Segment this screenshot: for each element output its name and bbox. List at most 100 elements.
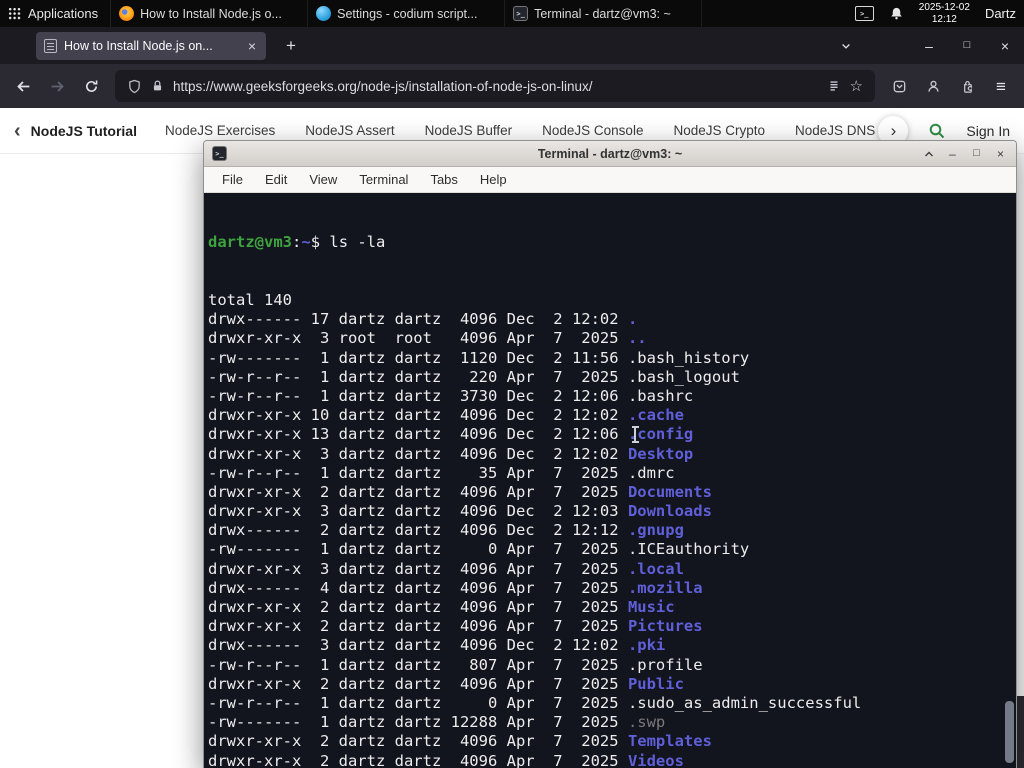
prompt-colon: : — [292, 233, 302, 252]
tab-close-icon[interactable]: × — [246, 38, 258, 54]
taskbar-item-label: How to Install Node.js o... — [140, 6, 282, 21]
window-minimize-button[interactable]: – — [916, 39, 942, 53]
terminal-tray-icon[interactable]: >_ — [854, 6, 874, 21]
url-bar[interactable]: https://www.geeksforgeeks.org/node-js/in… — [115, 70, 875, 102]
back-button[interactable] — [7, 70, 39, 102]
extensions-icon[interactable] — [951, 70, 983, 102]
prompt-cwd: ~ — [301, 233, 311, 252]
terminal-output-line: -rw-r--r-- 1 dartz dartz 3730 Dec 2 12:0… — [208, 386, 694, 405]
terminal-output-line: drwxr-xr-x 3 dartz dartz 4096 Dec 2 12:0… — [208, 444, 694, 463]
terminal-menu-view[interactable]: View — [299, 169, 347, 190]
terminal-output-line: drwx------ 3 dartz dartz 4096 Dec 2 12:0… — [208, 636, 666, 655]
top-panel: Applications How to Install Node.js o...… — [0, 0, 1024, 27]
terminal-output-line: drwxr-xr-x 2 dartz dartz 4096 Apr 7 2025… — [208, 617, 703, 636]
reader-mode-icon[interactable] — [827, 79, 841, 93]
account-icon[interactable] — [917, 70, 949, 102]
url-text: https://www.geeksforgeeks.org/node-js/in… — [173, 78, 593, 94]
terminal-output-line: total 140 — [208, 291, 292, 309]
terminal-output-line: -rw-r--r-- 1 dartz dartz 807 Apr 7 2025 … — [208, 655, 703, 674]
nav-scroll-left-icon[interactable]: ‹ — [14, 121, 21, 141]
terminal-output-line: drwxr-xr-x 2 dartz dartz 4096 Apr 7 2025… — [208, 598, 675, 616]
taskbar-item-terminal[interactable]: >_ Terminal - dartz@vm3: ~ — [505, 0, 703, 27]
terminal-output: total 140 drwx------ 17 dartz dartz 4096 … — [208, 291, 1016, 768]
gfg-nav-link[interactable]: NodeJS Assert — [305, 123, 394, 138]
terminal-output-line: drwx------ 17 dartz dartz 4096 Dec 2 12:… — [208, 310, 638, 329]
user-menu[interactable]: Dartz — [985, 6, 1016, 21]
sign-in-button[interactable]: Sign In — [966, 123, 1010, 139]
tab-title: How to Install Node.js on... — [64, 39, 213, 53]
gfg-active-tab[interactable]: NodeJS Tutorial — [31, 123, 137, 139]
terminal-output-line: drwxr-xr-x 3 dartz dartz 4096 Dec 2 12:0… — [208, 502, 712, 521]
terminal-output-line: drwxr-xr-x 2 dartz dartz 4096 Apr 7 2025… — [208, 751, 684, 768]
terminal-maximize-button[interactable]: □ — [969, 148, 984, 159]
browser-tab[interactable]: How to Install Node.js on... × — [36, 32, 266, 60]
list-all-tabs-icon[interactable] — [834, 34, 858, 58]
terminal-content[interactable]: dartz@vm3:~$ ls -la total 140 drwx------ … — [204, 193, 1016, 768]
terminal-menu-file[interactable]: File — [212, 169, 253, 190]
window-close-button[interactable]: × — [992, 39, 1018, 53]
clock-date: 2025-12-02 — [918, 2, 970, 13]
gfg-nav-link[interactable]: NodeJS Buffer — [425, 123, 513, 138]
pocket-icon[interactable] — [883, 70, 915, 102]
tracking-protection-shield-icon[interactable] — [127, 79, 142, 94]
terminal-output-line: drwx------ 2 dartz dartz 4096 Dec 2 12:1… — [208, 521, 684, 540]
prompt-command: ls -la — [329, 233, 386, 252]
terminal-menu-help[interactable]: Help — [470, 169, 517, 190]
applications-menu[interactable]: Applications — [0, 0, 112, 27]
terminal-menu-edit[interactable]: Edit — [255, 169, 297, 190]
terminal-menubar: File Edit View Terminal Tabs Help — [204, 167, 1016, 193]
taskbar-item-codium[interactable]: Settings - codium script... — [308, 0, 506, 27]
terminal-output-line: drwx------ 4 dartz dartz 4096 Apr 7 2025… — [208, 578, 703, 597]
terminal-title: Terminal - dartz@vm3: ~ — [537, 146, 683, 161]
browser-scrollbar-thumb[interactable] — [1016, 696, 1024, 768]
browser-scrollbar[interactable] — [1016, 154, 1024, 768]
gfg-nav-link[interactable]: NodeJS Exercises — [165, 123, 275, 138]
gfg-nav-link[interactable]: NodeJS Crypto — [673, 123, 765, 138]
terminal-output-line: drwxr-xr-x 2 dartz dartz 4096 Apr 7 2025… — [208, 674, 684, 693]
terminal-output-line: -rw------- 1 dartz dartz 0 Apr 7 2025 .I… — [208, 540, 750, 559]
taskbar-item-browser[interactable]: How to Install Node.js o... — [111, 0, 309, 27]
applications-label: Applications — [28, 6, 99, 21]
terminal-minimize-button[interactable]: – — [945, 148, 960, 160]
terminal-output-line: -rw-r--r-- 1 dartz dartz 35 Apr 7 2025 .… — [208, 463, 675, 482]
search-icon[interactable] — [928, 122, 946, 140]
terminal-close-button[interactable]: × — [993, 148, 1008, 160]
forward-button[interactable] — [41, 70, 73, 102]
terminal-output-line: drwxr-xr-x 3 root root 4096 Apr 7 2025 .… — [208, 329, 647, 348]
gfg-nav-link[interactable]: NodeJS DNS — [795, 123, 875, 138]
reload-button[interactable] — [75, 70, 107, 102]
terminal-output-line: -rw-r--r-- 1 dartz dartz 0 Apr 7 2025 .s… — [208, 693, 862, 712]
terminal-titlebar[interactable]: >_ Terminal - dartz@vm3: ~ – □ × — [204, 141, 1016, 167]
terminal-shade-button[interactable] — [921, 150, 936, 158]
chevron-right-icon: › — [890, 121, 897, 140]
terminal-menu-tabs[interactable]: Tabs — [420, 169, 467, 190]
terminal-output-line: -rw-r--r-- 1 dartz dartz 220 Apr 7 2025 … — [208, 367, 740, 386]
applications-icon — [8, 7, 21, 20]
terminal-window: >_ Terminal - dartz@vm3: ~ – □ × File Edi… — [203, 140, 1017, 768]
terminal-output-line: drwxr-xr-x 10 dartz dartz 4096 Dec 2 12:… — [208, 406, 684, 425]
terminal-icon: >_ — [513, 6, 529, 21]
terminal-output-line: -rw------- 1 dartz dartz 12288 Apr 7 202… — [208, 713, 666, 732]
taskbar-item-label: Settings - codium script... — [337, 6, 478, 21]
lock-icon[interactable] — [151, 79, 164, 93]
terminal-menu-terminal[interactable]: Terminal — [349, 169, 418, 190]
taskbar-item-label: Terminal - dartz@vm3: ~ — [534, 6, 671, 21]
gfg-nav-link[interactable]: NodeJS Console — [542, 123, 643, 138]
menu-icon[interactable]: ≡ — [985, 70, 1017, 102]
panel-clock[interactable]: 2025-12-02 12:12 — [919, 2, 970, 25]
new-tab-button[interactable]: + — [278, 33, 304, 59]
prompt-dollar: $ — [310, 233, 330, 252]
gfg-nav-links: NodeJS Exercises NodeJS Assert NodeJS Buff… — [165, 123, 888, 138]
terminal-output-line: drwxr-xr-x 2 dartz dartz 4096 Apr 7 2025… — [208, 482, 712, 501]
codium-icon — [316, 6, 332, 21]
terminal-prompt-line: dartz@vm3:~$ ls -la — [208, 233, 1016, 252]
clock-time: 12:12 — [931, 13, 957, 25]
bookmark-star-icon[interactable]: ☆ — [850, 79, 863, 94]
notifications-bell-icon[interactable] — [889, 6, 904, 21]
text-cursor — [631, 426, 639, 443]
page-favicon-icon — [44, 39, 57, 53]
window-maximize-button[interactable]: □ — [954, 40, 980, 51]
terminal-output-line: drwxr-xr-x 13 dartz dartz 4096 Dec 2 12:… — [208, 425, 694, 444]
browser-toolbar: https://www.geeksforgeeks.org/node-js/in… — [0, 64, 1024, 108]
terminal-scrollbar-thumb[interactable] — [1005, 701, 1014, 763]
